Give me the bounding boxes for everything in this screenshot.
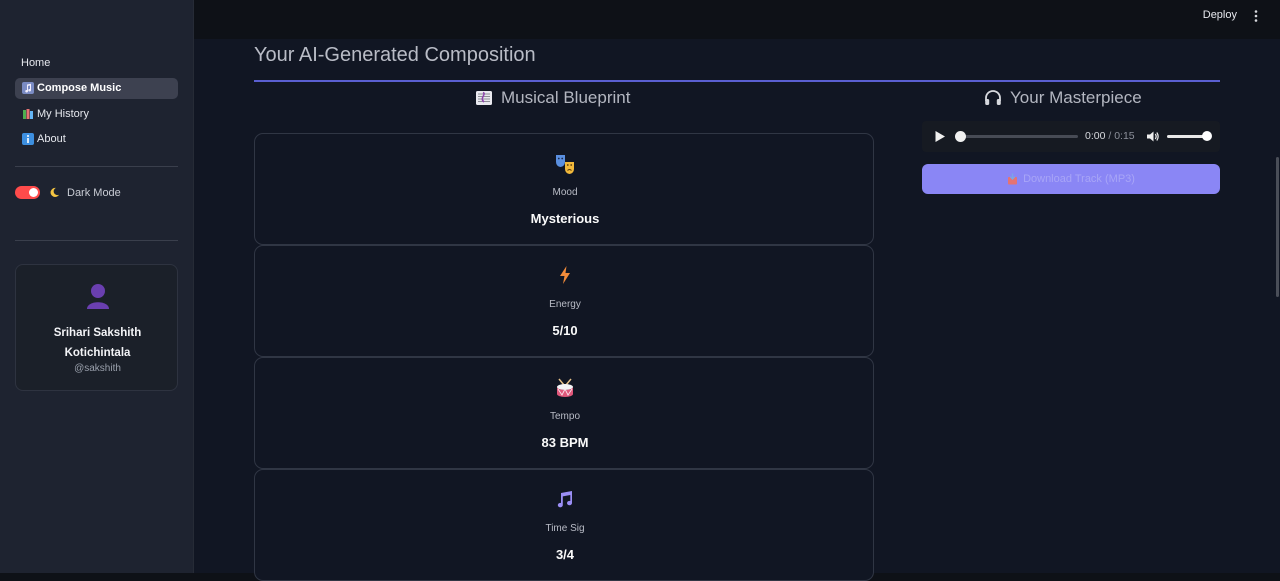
volume-handle[interactable] — [1202, 131, 1212, 141]
card-label: Tempo — [549, 411, 580, 422]
info-icon — [21, 133, 34, 146]
drum-icon — [255, 377, 875, 399]
volume-icon[interactable] — [1146, 130, 1160, 148]
seek-slider[interactable] — [955, 131, 1078, 142]
sidebar-item-compose-music[interactable]: Compose Music — [15, 77, 178, 99]
more-options-icon[interactable] — [1251, 9, 1261, 23]
user-avatar-icon — [86, 282, 110, 310]
title-divider — [254, 80, 1220, 82]
deploy-button[interactable]: Deploy — [1203, 9, 1237, 21]
profile-card: Srihari Sakshith Kotichintala @sakshith — [15, 264, 178, 391]
page-title: Your AI-Generated Composition — [254, 44, 536, 66]
music-note-icon — [21, 82, 34, 95]
card-label: Energy — [549, 299, 581, 310]
sidebar-nav: Home Compose Music My History About — [15, 52, 178, 154]
tempo-card: Tempo 83 BPM — [254, 357, 874, 469]
headphones-icon — [984, 89, 1002, 107]
card-label: Mood — [552, 187, 578, 198]
card-label: Time Sig — [545, 523, 585, 534]
crescent-moon-icon — [48, 186, 61, 199]
sidebar-item-label: Home — [21, 56, 51, 69]
masterpiece-heading: Your Masterpiece — [984, 88, 1142, 108]
card-value: 5/10 — [552, 323, 578, 338]
card-value: 83 BPM — [541, 435, 589, 450]
seek-handle[interactable] — [955, 131, 966, 142]
sidebar-item-about[interactable]: About — [15, 129, 178, 150]
card-value: 3/4 — [555, 547, 575, 562]
main-content: Your AI-Generated Composition Musical Bl… — [194, 39, 1280, 581]
dark-mode-label: Dark Mode — [67, 186, 121, 199]
card-value: Mysterious — [530, 211, 600, 226]
blueprint-cards: Mood Mysterious Energy 5/10 Tempo 83 BPM… — [254, 133, 874, 581]
profile-handle: @sakshith — [74, 363, 121, 374]
sidebar-item-my-history[interactable]: My History — [15, 103, 178, 124]
music-notes-icon — [255, 489, 875, 511]
sidebar: Home Compose Music My History About Dark — [0, 0, 194, 573]
sidebar-item-label: My History — [37, 107, 89, 120]
sidebar-item-label: About — [37, 133, 66, 145]
musical-score-icon — [475, 90, 493, 106]
dark-mode-toggle[interactable] — [15, 186, 40, 199]
profile-name: Srihari Sakshith Kotichintala — [53, 327, 142, 359]
blueprint-heading: Musical Blueprint — [475, 88, 630, 108]
scrollbar[interactable] — [1276, 157, 1279, 297]
performing-arts-icon — [255, 153, 875, 175]
lightning-icon — [255, 265, 875, 287]
playback-time: 0:00 / 0:15 — [1085, 130, 1135, 142]
sidebar-item-label: Compose Music — [37, 82, 122, 94]
download-track-button[interactable]: Download Track (MP3) — [922, 164, 1220, 194]
dark-mode-row: Dark Mode — [15, 186, 121, 199]
energy-card: Energy 5/10 — [254, 245, 874, 357]
mood-card: Mood Mysterious — [254, 133, 874, 245]
audio-player: 0:00 / 0:15 — [922, 121, 1220, 152]
sidebar-divider — [15, 166, 178, 167]
sidebar-divider — [15, 240, 178, 241]
books-icon — [21, 107, 34, 120]
top-bar: Deploy — [194, 0, 1280, 39]
play-icon[interactable] — [934, 130, 946, 148]
time-signature-card: Time Sig 3/4 — [254, 469, 874, 581]
sidebar-item-home[interactable]: Home — [15, 52, 178, 73]
download-box-icon — [1007, 173, 1018, 185]
volume-slider[interactable] — [1167, 131, 1212, 141]
